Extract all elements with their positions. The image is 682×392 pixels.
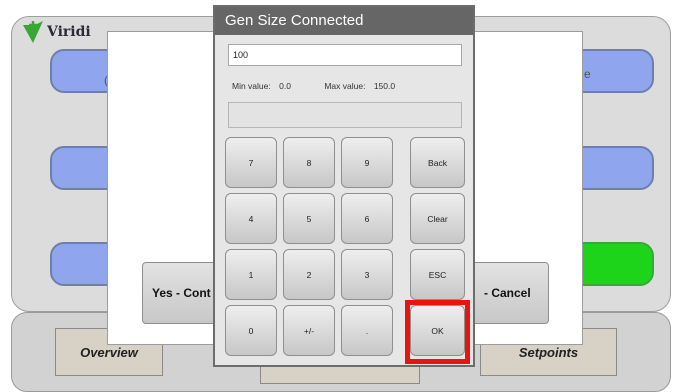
max-value: 150.0 bbox=[373, 81, 396, 91]
key-8[interactable]: 8 bbox=[283, 137, 335, 188]
key-4[interactable]: 4 bbox=[225, 193, 277, 244]
range-info: Min value: 0.0 Max value: 150.0 bbox=[232, 81, 395, 91]
yes-continue-label: Yes - Cont bbox=[152, 286, 211, 300]
numeric-keypad-dialog: Gen Size Connected Min value: 0.0 Max va… bbox=[213, 5, 475, 367]
message-area bbox=[228, 102, 462, 128]
esc-key[interactable]: ESC bbox=[410, 249, 465, 300]
clear-key[interactable]: Clear bbox=[410, 193, 465, 244]
key-1[interactable]: 1 bbox=[225, 249, 277, 300]
max-value-label: Max value: bbox=[324, 81, 366, 91]
yes-continue-button[interactable]: Yes - Cont bbox=[142, 262, 222, 324]
keypad-title: Gen Size Connected bbox=[215, 7, 473, 35]
key-9[interactable]: 9 bbox=[341, 137, 393, 188]
key-0[interactable]: 0 bbox=[225, 305, 277, 356]
viridi-logo: Viridi bbox=[22, 19, 91, 45]
min-value-label: Min value: bbox=[232, 81, 271, 91]
decimal-key[interactable]: . bbox=[341, 305, 393, 356]
value-input[interactable] bbox=[228, 44, 462, 66]
ok-key[interactable]: OK bbox=[410, 305, 465, 356]
key-7[interactable]: 7 bbox=[225, 137, 277, 188]
key-6[interactable]: 6 bbox=[341, 193, 393, 244]
key-3[interactable]: 3 bbox=[341, 249, 393, 300]
cancel-label: - Cancel bbox=[484, 286, 531, 300]
cancel-button[interactable]: - Cancel bbox=[467, 262, 549, 324]
leaf-logo-icon bbox=[23, 21, 43, 43]
sign-key[interactable]: +/- bbox=[283, 305, 335, 356]
key-5[interactable]: 5 bbox=[283, 193, 335, 244]
logo-text: Viridi bbox=[47, 24, 91, 40]
back-key[interactable]: Back bbox=[410, 137, 465, 188]
key-2[interactable]: 2 bbox=[283, 249, 335, 300]
bg-button-fragment: e bbox=[584, 67, 591, 81]
min-value: 0.0 bbox=[279, 81, 291, 91]
